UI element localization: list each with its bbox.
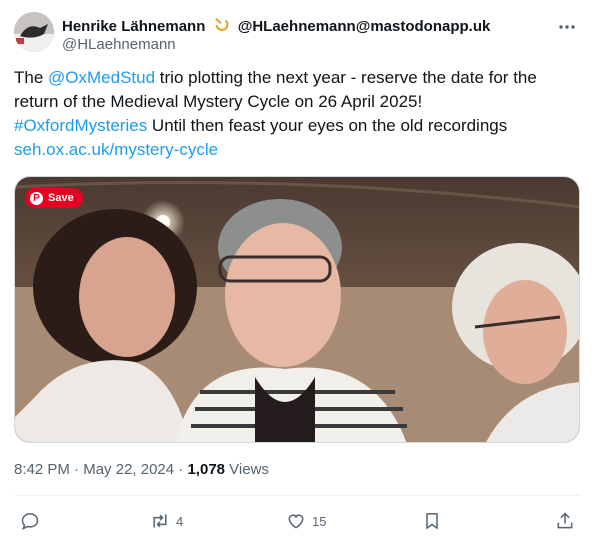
tweet-date[interactable]: May 22, 2024	[83, 461, 174, 478]
action-bar: 4 15	[14, 509, 580, 533]
reply-icon	[21, 513, 39, 530]
meta-separator: ·	[69, 461, 84, 478]
save-label: Save	[48, 192, 74, 204]
share-icon	[557, 512, 573, 529]
pinterest-save-button[interactable]: P Save	[25, 188, 83, 208]
display-name[interactable]: Henrike Lähnemann	[62, 18, 205, 35]
like-icon	[288, 514, 304, 529]
name-line: Henrike Lähnemann @HLaehnemann@mastodona…	[62, 16, 490, 35]
tweet-meta: 8:42 PM · May 22, 2024 · 1,078 Views	[14, 461, 269, 478]
share-button[interactable]	[555, 509, 575, 533]
tweet-text: The @OxMedStud trio plotting the next ye…	[14, 66, 580, 162]
tweet-header: Henrike Lähnemann @HLaehnemann@mastodona…	[14, 12, 580, 58]
verified-icon	[214, 17, 228, 31]
view-count: 1,078	[187, 461, 226, 478]
hashtag-link[interactable]: #OxfordMysteries	[14, 116, 147, 135]
bookmark-button[interactable]	[422, 509, 442, 533]
meta-separator: ·	[174, 461, 188, 478]
url-link[interactable]: seh.ox.ac.uk/mystery-cycle	[14, 140, 218, 159]
alt-handle: @HLaehnemann@mastodonapp.uk	[237, 18, 491, 35]
retweet-count: 4	[176, 513, 184, 529]
tweet-text-part: Until then feast your eyes on the old re…	[147, 116, 508, 135]
retweet-icon	[153, 514, 167, 528]
tweet-photo[interactable]: P Save	[14, 176, 580, 443]
reply-button[interactable]	[20, 509, 46, 533]
photo-illustration	[15, 177, 579, 442]
user-handle[interactable]: @HLaehnemann	[62, 36, 176, 53]
more-icon[interactable]	[554, 14, 580, 40]
tweet-text-part: The	[14, 68, 49, 87]
divider	[14, 495, 580, 496]
retweet-button[interactable]: 4	[150, 509, 183, 533]
like-count: 15	[312, 513, 327, 529]
tweet-time[interactable]: 8:42 PM	[14, 461, 70, 478]
pinterest-icon: P	[30, 191, 43, 205]
mention-link[interactable]: @OxMedStud	[48, 68, 155, 87]
views-label: Views	[225, 461, 269, 478]
like-button[interactable]: 15	[286, 509, 326, 533]
avatar[interactable]	[14, 12, 54, 52]
bookmark-icon	[426, 513, 438, 530]
